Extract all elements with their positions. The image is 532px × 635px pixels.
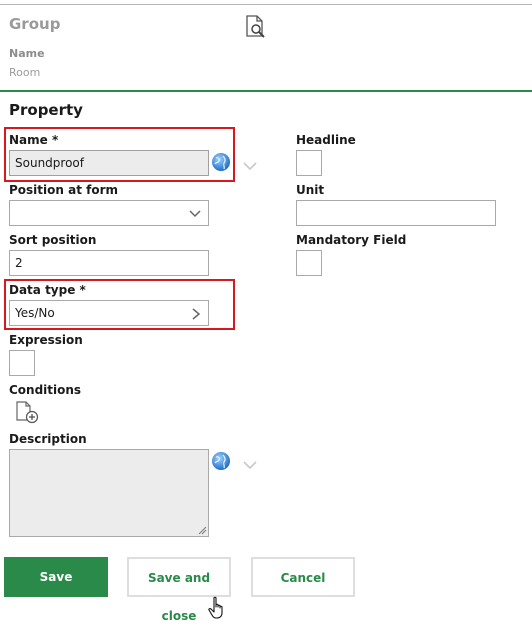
top-divider <box>0 4 532 5</box>
datatype-select[interactable]: Yes/No <box>9 300 209 326</box>
mandatory-field-checkbox[interactable] <box>296 250 322 276</box>
group-name-value: Room <box>9 66 41 79</box>
cancel-button[interactable]: Cancel <box>251 557 355 597</box>
group-name-label: Name <box>9 47 45 60</box>
headline-checkbox[interactable] <box>296 150 322 176</box>
unit-input[interactable] <box>296 200 496 226</box>
unit-label: Unit <box>296 183 325 197</box>
name-label: Name * <box>9 133 59 147</box>
position-select[interactable] <box>9 200 209 226</box>
description-textarea[interactable] <box>9 449 209 537</box>
section-divider <box>0 90 532 92</box>
mandatory-field-label: Mandatory Field <box>296 233 407 247</box>
add-document-icon[interactable] <box>15 400 41 426</box>
document-search-icon[interactable] <box>244 14 268 40</box>
save-and-close-button[interactable]: Save and close <box>127 557 231 623</box>
property-section-title: Property <box>9 101 83 119</box>
chevron-right-icon <box>192 308 201 320</box>
chevron-down-icon <box>189 210 201 218</box>
position-label: Position at form <box>9 183 119 197</box>
headline-label: Headline <box>296 133 356 147</box>
description-label: Description <box>9 432 87 446</box>
resize-handle-icon[interactable] <box>198 526 207 535</box>
datatype-value: Yes/No <box>15 306 55 320</box>
globe-icon[interactable] <box>211 451 231 471</box>
sort-position-input[interactable]: 2 <box>9 250 209 276</box>
globe-icon[interactable] <box>211 152 231 172</box>
expression-checkbox[interactable] <box>9 350 35 376</box>
chevron-down-icon[interactable] <box>242 157 258 171</box>
chevron-down-icon[interactable] <box>242 456 258 470</box>
conditions-label: Conditions <box>9 383 82 397</box>
expression-label: Expression <box>9 333 83 347</box>
hand-cursor-icon <box>208 596 228 620</box>
name-input[interactable]: Soundproof <box>9 150 209 176</box>
group-title: Group <box>9 15 61 33</box>
sort-position-label: Sort position <box>9 233 97 247</box>
save-button[interactable]: Save <box>4 557 108 597</box>
datatype-label: Data type * <box>9 283 86 297</box>
